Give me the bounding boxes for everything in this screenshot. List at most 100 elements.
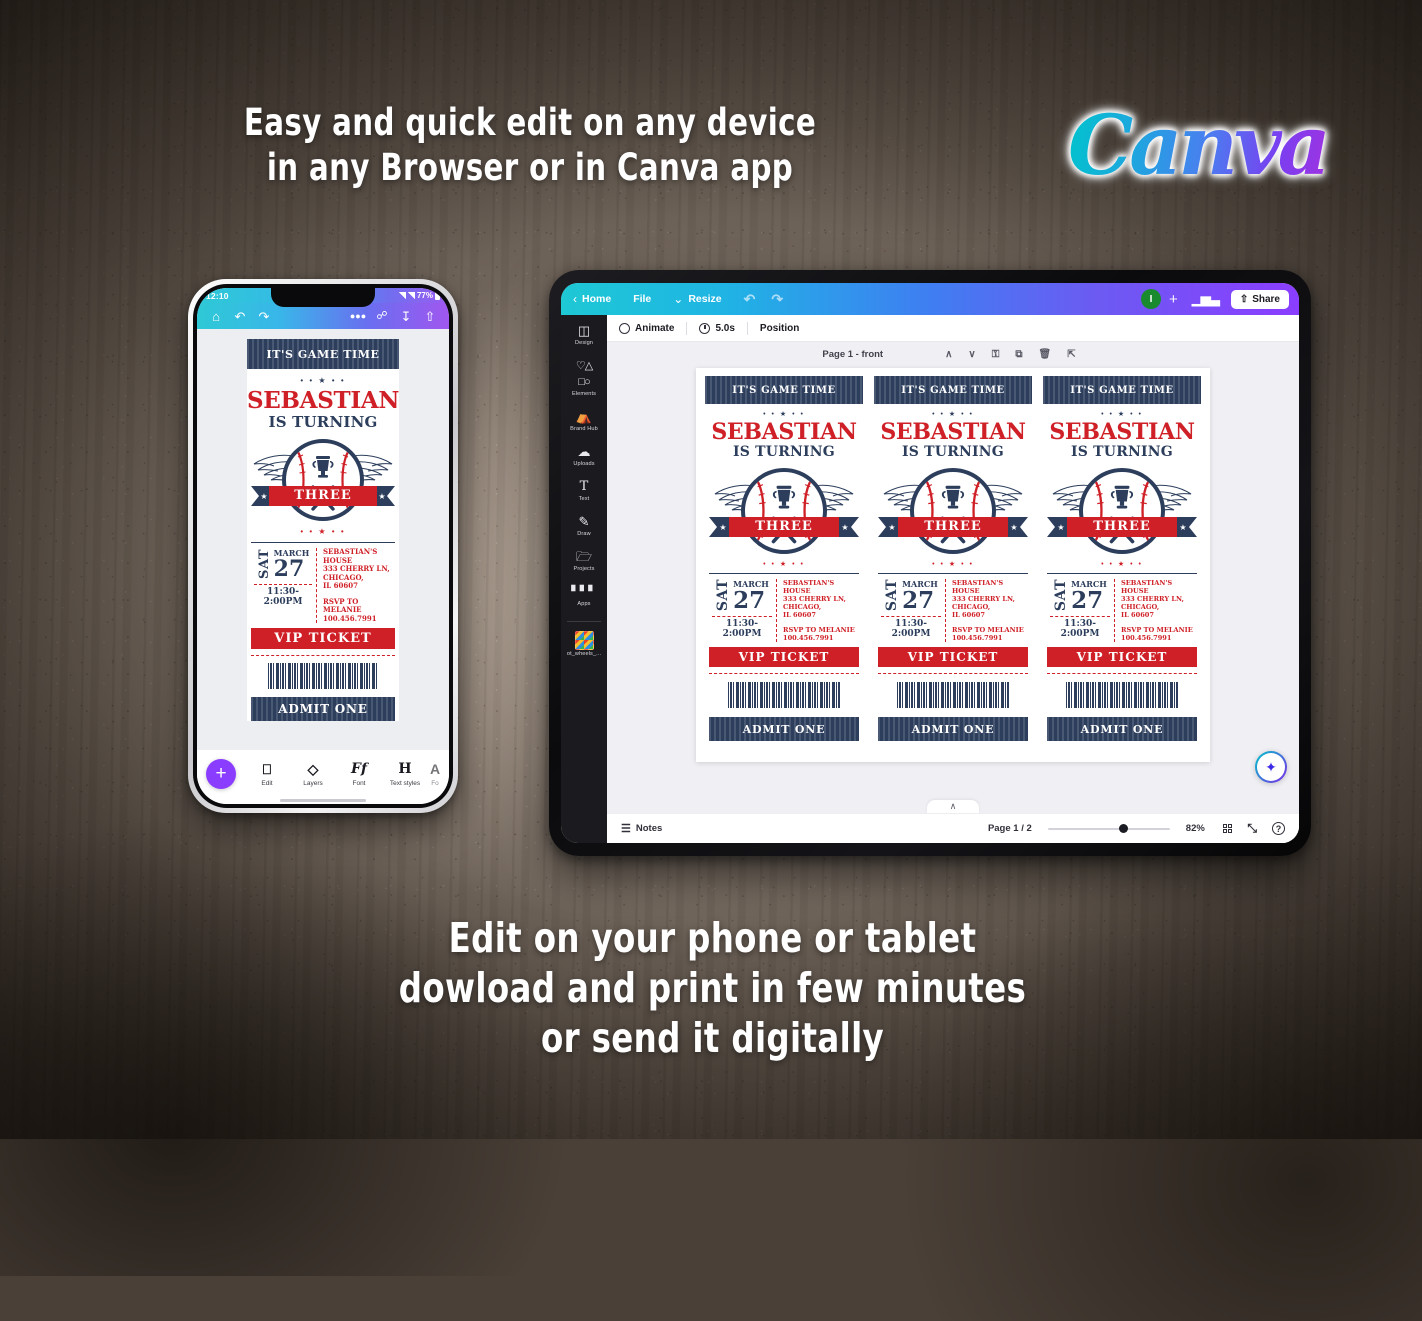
zoom-slider-track (1047, 827, 1170, 830)
page-title: Page 1 - front (822, 349, 884, 360)
project-thumbnail-icon (574, 631, 594, 650)
position-button[interactable]: Position (760, 323, 811, 334)
animate-button[interactable]: Animate (619, 322, 686, 334)
fullscreen-icon[interactable]: ⤡ (1247, 821, 1257, 836)
sidebar-item-brand-hub[interactable]: ⛺ Brand Hub (561, 409, 607, 432)
city: CHICAGO, (1121, 603, 1160, 612)
sidebar-item-elements[interactable]: ♡△ □○ Elements (561, 358, 607, 397)
phone-tool-font[interactable]: Ff Font (336, 761, 382, 787)
move-down-icon[interactable]: ∨ (968, 349, 975, 360)
draw-icon: ✎ (578, 514, 590, 529)
ticket-stars-bottom: • • ★ • • (705, 561, 863, 568)
ticket-copy-3[interactable]: IT'S GAME TIME • • ★ • • SEBASTIAN IS TU… (1043, 376, 1201, 754)
duplicate-icon[interactable]: ⧉ (1015, 349, 1022, 360)
sidebar-item-design[interactable]: ◫ Design (561, 323, 607, 346)
apps-icon: ▘▘▘ (571, 586, 597, 598)
page-header: Page 1 - front ∧ ∨ ⚿ ⧉ 🗑 ⇱ (607, 342, 1299, 364)
add-page-icon[interactable]: ⇱ (1067, 349, 1075, 360)
help-icon[interactable]: ? (1272, 822, 1285, 835)
phone-tool-edit[interactable]: ⎕ Edit (244, 761, 290, 787)
notes-button[interactable]: ☰ Notes (621, 822, 662, 835)
admit-one-band: ADMIT ONE (1047, 717, 1197, 742)
phone-tool-more[interactable]: A Fo (428, 762, 442, 787)
weekday: SAT (715, 579, 732, 612)
stars-glyphs: • • ★ • • (763, 411, 805, 418)
share-button[interactable]: ⇧ Share (1230, 289, 1289, 309)
sidebar-project-label: ot_wheels_... (566, 651, 602, 657)
position-label: Position (759, 322, 800, 334)
home-icon[interactable]: ⌂ (204, 310, 228, 323)
ticket-preview-phone[interactable]: IT'S GAME TIME • • ★ • • SEBASTIAN IS TU… (247, 339, 399, 722)
lock-icon[interactable]: ⚿ (992, 349, 1000, 360)
uploads-icon: ☁ (577, 444, 591, 459)
move-up-icon[interactable]: ∧ (945, 349, 952, 360)
invite-member-button[interactable]: + (1169, 291, 1178, 308)
event-time: 11:30- 2:00PM (879, 619, 943, 640)
sidebar-item-draw[interactable]: ✎ Draw (561, 514, 607, 537)
phone-tool-label: Layers (303, 779, 323, 787)
rsvp-phone: 100.456.7991 (323, 613, 377, 623)
notes-label: Notes (635, 823, 663, 834)
admit-one-band: ADMIT ONE (251, 697, 395, 722)
grid-view-icon[interactable] (1222, 823, 1233, 834)
sidebar-item-label: Design (574, 340, 593, 346)
age-label: THREE (729, 517, 839, 537)
duration-button[interactable]: 5.0s (699, 322, 746, 334)
download-icon[interactable]: ↧ (394, 310, 418, 323)
stars-glyphs-bottom: • • ★ • • (300, 527, 346, 536)
page-indicator: Page 1 / 2 (987, 823, 1032, 834)
share-icon[interactable]: ⇧ (418, 310, 442, 323)
admit-one-band: ADMIT ONE (709, 717, 859, 742)
projects-icon: 🗁 (575, 549, 593, 564)
chevron-down-icon: ⌄ (673, 292, 684, 306)
design-page[interactable]: IT'S GAME TIME • • ★ • • SEBASTIAN IS TU… (696, 368, 1210, 762)
zip: IL 60607 (1121, 611, 1154, 620)
ticket-stars-top: • • ★ • • (705, 411, 863, 418)
weekday: SAT (1053, 579, 1070, 612)
rsvp-label: RSVP TO MELANIE (1121, 626, 1193, 635)
ticket-address-block: SEBASTIAN'S HOUSE 333 CHERRY LN, CHICAGO… (952, 579, 1027, 642)
delete-icon[interactable]: 🗑 (1039, 349, 1052, 360)
sidebar-item-uploads[interactable]: ☁ Uploads (561, 444, 607, 467)
age-banner: ★ ★ THREE (705, 517, 863, 537)
avatar[interactable]: I (1141, 289, 1162, 309)
tablet-mockup: ‹ Home File ⌄ Resize ↶ ↷ I + ▁▅▃ ⇧ Share (549, 270, 1311, 856)
redo-icon[interactable]: ↷ (771, 291, 783, 308)
redo-icon[interactable]: ↷ (252, 310, 276, 323)
ticket-turning: IS TURNING (902, 444, 1004, 460)
more-icon[interactable]: ●●● (346, 311, 370, 321)
animate-icon (619, 322, 630, 334)
text-icon: T (579, 479, 589, 494)
street: 333 CHERRY LN, (783, 595, 846, 604)
collapse-panel-handle[interactable]: ∧ (927, 800, 979, 813)
sidebar-item-text[interactable]: T Text (561, 479, 607, 502)
link-icon[interactable]: ☍ (370, 310, 394, 322)
ticket-copy-1[interactable]: IT'S GAME TIME • • ★ • • SEBASTIAN IS TU… (705, 376, 863, 754)
phone-tool-layers[interactable]: ◇ Layers (290, 761, 336, 787)
ticket-address-block: SEBASTIAN'S HOUSE 333 CHERRY LN, CHICAGO… (323, 547, 394, 623)
insights-icon[interactable]: ▁▅▃ (1192, 291, 1220, 307)
zoom-slider-knob[interactable] (1118, 824, 1128, 833)
magic-studio-icon[interactable]: ✦ (1255, 751, 1287, 783)
canva-logo: Canva (1068, 96, 1358, 196)
back-home-button[interactable]: ‹ Home (573, 292, 611, 306)
zoom-slider[interactable] (1047, 823, 1170, 835)
undo-icon[interactable]: ↶ (744, 291, 756, 308)
baseball-circle (282, 439, 364, 521)
canva-canvas-area[interactable]: Page 1 - front ∧ ∨ ⚿ ⧉ 🗑 ⇱ IT'S GAME TIM… (607, 342, 1299, 813)
age-label: THREE (898, 517, 1008, 537)
stars-glyphs-bottom: • • ★ • • (763, 561, 805, 568)
file-menu-button[interactable]: File (633, 293, 651, 305)
rsvp-phone: 100.456.7991 (952, 634, 1003, 643)
undo-icon[interactable]: ↶ (228, 310, 252, 323)
canva-context-toolbar: Animate 5.0s Position (607, 315, 1299, 342)
ticket-copy-2[interactable]: IT'S GAME TIME • • ★ • • SEBASTIAN IS TU… (874, 376, 1032, 754)
add-element-button[interactable]: + (206, 759, 236, 789)
time-line-2: 2:00PM (891, 628, 931, 639)
rsvp-label: RSVP TO MELANIE (952, 626, 1024, 635)
resize-button[interactable]: ⌄ Resize (673, 292, 721, 306)
sidebar-item-apps[interactable]: ▘▘▘ Apps (561, 584, 607, 607)
sidebar-item-project-thumbnail[interactable]: ot_wheels_... (561, 631, 607, 657)
phone-tool-text-styles[interactable]: H Text styles (382, 761, 428, 787)
sidebar-item-projects[interactable]: 🗁 Projects (561, 549, 607, 572)
